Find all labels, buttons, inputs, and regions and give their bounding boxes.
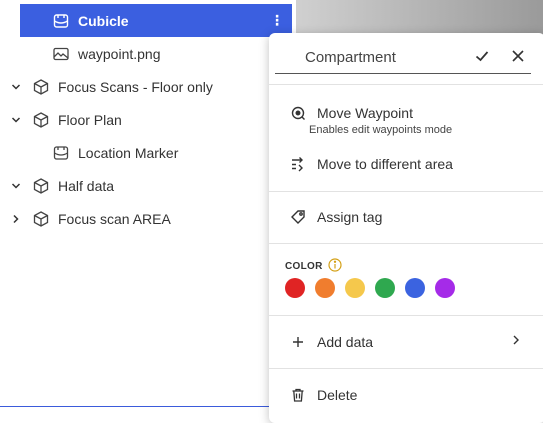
color-label: COLOR [285, 261, 323, 272]
tree-item-label: Cubicle [78, 12, 129, 29]
tree-item-label: waypoint.png [78, 45, 161, 62]
tree-item-label: Half data [58, 177, 115, 194]
divider [269, 243, 543, 244]
tag-icon [289, 208, 307, 226]
chevron-down-icon[interactable] [9, 80, 23, 94]
move-icon [289, 155, 307, 173]
more-options-icon[interactable]: ⋮ [270, 12, 284, 29]
chevron-right-icon [509, 333, 523, 347]
move-to-area-label: Move to different area [317, 156, 453, 172]
tree-item-location-marker[interactable]: Location Marker [52, 136, 178, 169]
tree-item-waypoint-png[interactable]: waypoint.png [52, 37, 161, 70]
divider [269, 191, 543, 192]
tree-item-label: Location Marker [78, 144, 179, 161]
move-waypoint-item[interactable]: Move Waypoint [289, 104, 413, 122]
tree-item-focus-scans-floor-only[interactable]: Focus Scans - Floor only [9, 70, 213, 103]
tree-item-floor-plan[interactable]: Floor Plan [9, 103, 122, 136]
move-waypoint-label: Move Waypoint [317, 105, 413, 121]
image-icon [52, 45, 70, 63]
tree-item-half-data[interactable]: Half data [9, 169, 114, 202]
waypoint-icon [289, 104, 307, 122]
tree-item-label: Floor Plan [58, 111, 122, 128]
add-data-item[interactable]: Add data [289, 333, 373, 351]
tree-item-cubicle[interactable]: Cubicle ⋮ [20, 4, 292, 37]
divider [0, 406, 296, 407]
assign-tag-item[interactable]: Assign tag [289, 208, 382, 226]
trash-icon [289, 386, 307, 404]
tree-item-label: Focus scan AREA [58, 210, 171, 227]
close-icon[interactable] [509, 47, 527, 65]
context-menu: Compartment Move Waypoint Enables edit w… [269, 33, 543, 423]
check-icon[interactable] [473, 47, 491, 65]
cube-icon [32, 111, 50, 129]
color-swatch-purple[interactable] [435, 278, 455, 298]
cube-icon [32, 78, 50, 96]
tree-item-focus-scan-area[interactable]: Focus scan AREA [9, 202, 171, 235]
divider [269, 315, 543, 316]
add-data-label: Add data [317, 334, 374, 350]
plus-icon [289, 333, 307, 351]
color-swatch-orange[interactable] [315, 278, 335, 298]
divider [269, 84, 543, 85]
move-to-area-item[interactable]: Move to different area [289, 155, 453, 173]
chevron-right-icon[interactable] [9, 212, 23, 226]
compartment-name[interactable]: Compartment [305, 49, 396, 66]
move-waypoint-description: Enables edit waypoints mode [309, 124, 453, 136]
delete-label: Delete [317, 387, 358, 403]
rename-field[interactable]: Compartment [275, 43, 531, 74]
assign-tag-label: Assign tag [317, 209, 383, 225]
color-swatch-green[interactable] [375, 278, 395, 298]
chevron-down-icon[interactable] [9, 113, 23, 127]
color-swatch-red[interactable] [285, 278, 305, 298]
info-icon[interactable] [328, 258, 342, 272]
compartment-icon [52, 12, 70, 30]
divider [269, 368, 543, 369]
compartment-icon [52, 144, 70, 162]
delete-item[interactable]: Delete [289, 386, 357, 404]
layer-tree: Cubicle ⋮ waypoint.png Focus Scans - Flo… [0, 0, 296, 417]
tree-item-label: Focus Scans - Floor only [58, 78, 213, 95]
color-swatch-blue[interactable] [405, 278, 425, 298]
chevron-down-icon[interactable] [9, 179, 23, 193]
cube-icon [32, 210, 50, 228]
color-swatch-yellow[interactable] [345, 278, 365, 298]
cube-icon [32, 177, 50, 195]
